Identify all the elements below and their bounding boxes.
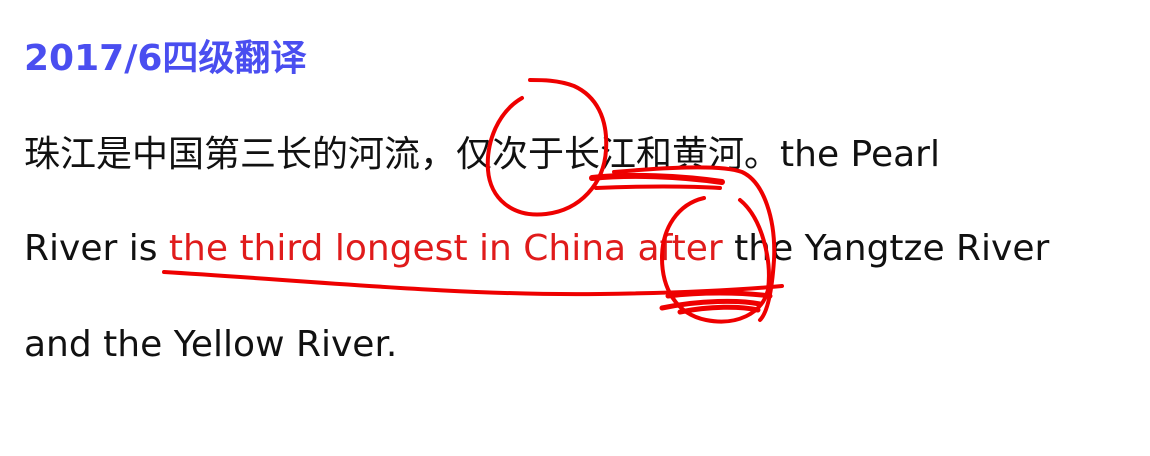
- english-ending: and the Yellow River.: [24, 324, 398, 365]
- english-text-start: the Pearl: [780, 134, 940, 175]
- page-title: 2017/6四级翻译: [24, 34, 306, 84]
- title-text: 2017/6四级翻译: [24, 38, 307, 79]
- english-prefix: River is: [24, 228, 169, 269]
- highlighted-phrase: the third longest in China after: [168, 228, 723, 269]
- chinese-sentence: 珠江是中国第三长的河流，仅次于长江和黄河。: [24, 134, 781, 175]
- text-line-1: 珠江是中国第三长的河流，仅次于长江和黄河。the Pearl: [24, 130, 940, 180]
- ink-strike-cn-2: [594, 184, 722, 190]
- text-line-3: and the Yellow River.: [24, 320, 397, 370]
- ink-underline: [162, 270, 784, 297]
- english-suffix: the Yangtze River: [722, 228, 1050, 269]
- ink-scribble-after: [659, 290, 773, 315]
- text-line-2: River is the third longest in China afte…: [24, 224, 1049, 274]
- document-page: 2017/6四级翻译 珠江是中国第三长的河流，仅次于长江和黄河。the Pear…: [0, 0, 1150, 456]
